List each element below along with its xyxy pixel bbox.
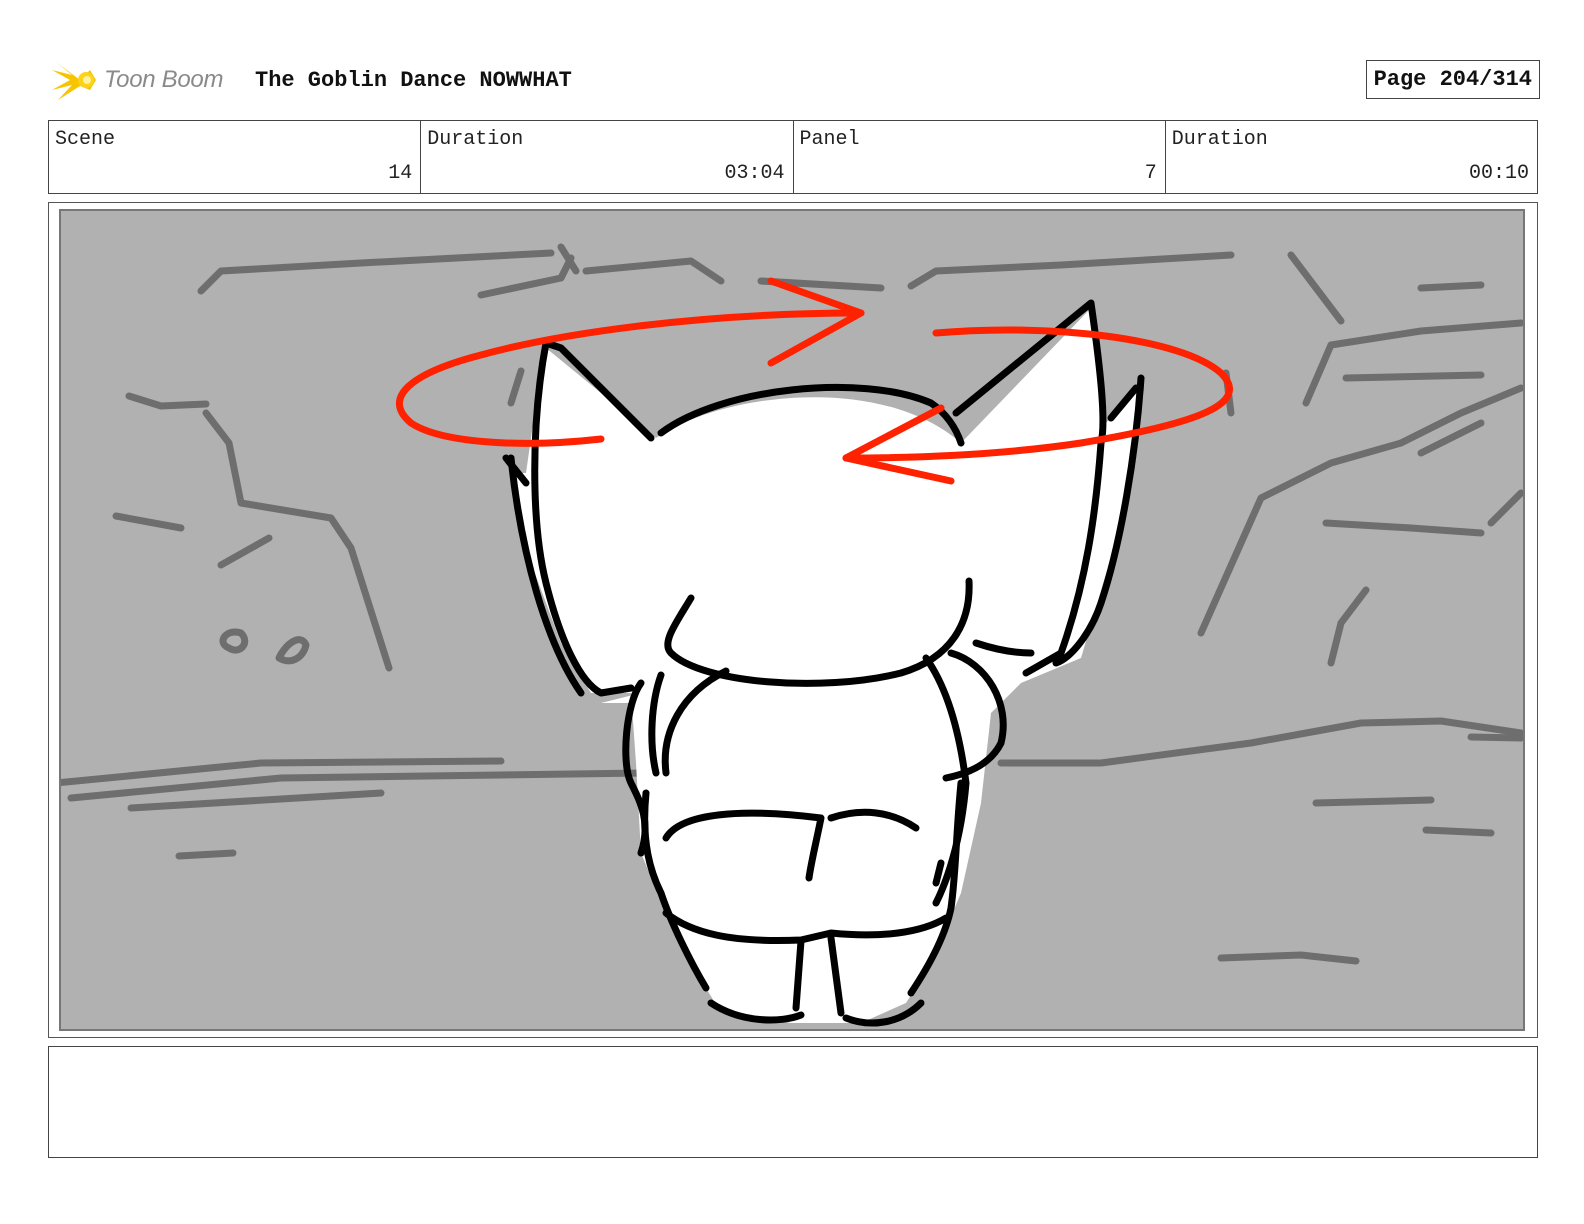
character-fill <box>511 308 1141 1023</box>
panel-duration-cell: Duration 00:10 <box>1166 121 1537 193</box>
panel-cell: Panel 7 <box>794 121 1166 193</box>
scene-info-table: Scene 14 Duration 03:04 Panel 7 Duration… <box>48 120 1538 194</box>
logo-text: Toon Boom <box>104 66 224 93</box>
panel-duration-value: 00:10 <box>1468 162 1529 185</box>
toon-boom-logo: Toon Boom <box>50 56 223 104</box>
scene-cell: Scene 14 <box>49 121 422 193</box>
panel-notes <box>48 1046 1538 1158</box>
notes-text <box>49 1047 1537 1063</box>
storyboard-title: The Goblin Dance NOWWHAT <box>255 68 572 93</box>
scene-duration-label: Duration <box>427 128 524 151</box>
scene-duration-cell: Duration 03:04 <box>421 121 794 193</box>
scene-label: Scene <box>55 128 116 151</box>
scene-value: 14 <box>388 162 413 185</box>
starburst-icon <box>52 62 96 100</box>
panel-image <box>59 209 1525 1031</box>
panel-frame <box>48 202 1538 1038</box>
page-number: Page 204/314 <box>1365 60 1540 99</box>
storyboard-sketch <box>61 243 1523 1027</box>
scene-duration-value: 03:04 <box>724 162 785 185</box>
panel-duration-label: Duration <box>1171 128 1268 151</box>
panel-value: 7 <box>1144 162 1157 185</box>
panel-label: Panel <box>799 128 860 151</box>
page-header: Toon Boom The Goblin Dance NOWWHAT Page … <box>50 52 1540 108</box>
